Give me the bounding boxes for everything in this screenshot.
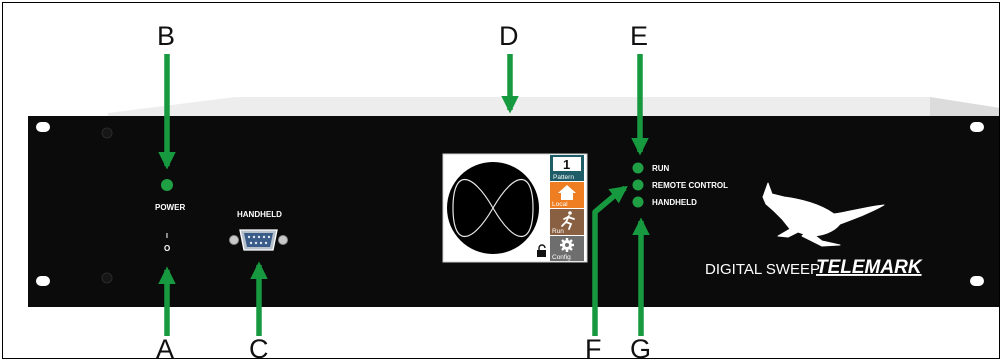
figure-border [2,2,1000,359]
